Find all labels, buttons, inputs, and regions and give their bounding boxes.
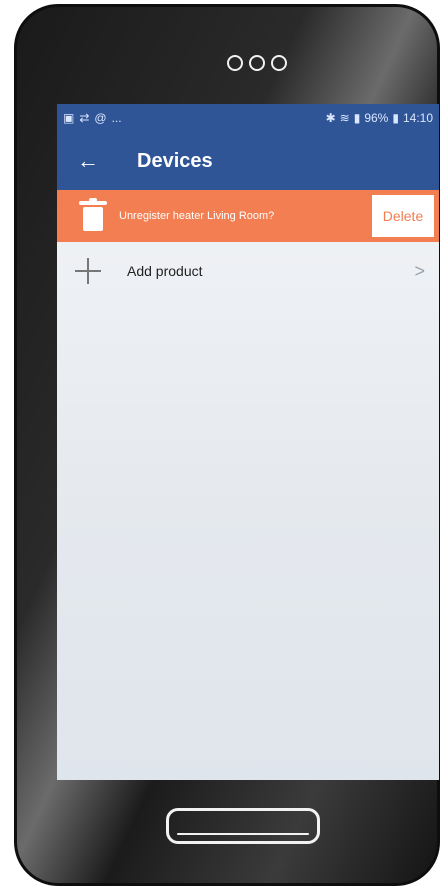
image-icon: ▣: [63, 111, 75, 125]
chevron-right-icon: >: [414, 260, 425, 281]
speaker-dot-2: [249, 55, 265, 71]
battery-percentage: 96%: [364, 111, 389, 125]
clock-time: 14:10: [402, 111, 433, 125]
speaker-dots: [227, 55, 299, 77]
add-product-label: Add product: [127, 263, 203, 279]
speaker-dot-1: [227, 55, 243, 71]
at-icon: @: [94, 111, 107, 125]
unregister-banner: Unregister heater Living Room? Delete: [57, 190, 439, 242]
delete-button[interactable]: Delete: [372, 195, 434, 237]
wifi-icon: ≋: [339, 111, 350, 125]
home-button[interactable]: [166, 808, 320, 844]
more-icon: ...: [111, 111, 122, 125]
phone-screen: ▣ ⇄ @ ... ✱ ≋ ▮ 96% ▮ 14:10 ← Devices Un…: [57, 104, 439, 780]
battery-icon: ▮: [392, 111, 399, 125]
trash-body: [83, 207, 103, 231]
back-arrow-icon[interactable]: ←: [77, 148, 117, 174]
app-bar: ← Devices: [57, 132, 439, 190]
trash-lid: [79, 201, 107, 205]
status-right: ✱ ≋ ▮ 96% ▮ 14:10: [326, 111, 433, 125]
trash-icon: [79, 198, 107, 231]
speaker-dot-3: [271, 55, 287, 71]
bluetooth-icon: ✱: [325, 111, 336, 125]
add-product-row[interactable]: Add product >: [57, 242, 439, 300]
unregister-message: Unregister heater Living Room?: [119, 210, 275, 222]
signal-icon: ▮: [353, 111, 361, 125]
plus-icon: [75, 258, 101, 284]
status-left: ▣ ⇄ @ ...: [63, 111, 122, 125]
sync-icon: ⇄: [79, 111, 90, 125]
page-title: Devices: [137, 149, 213, 172]
status-bar: ▣ ⇄ @ ... ✱ ≋ ▮ 96% ▮ 14:10: [57, 104, 439, 132]
